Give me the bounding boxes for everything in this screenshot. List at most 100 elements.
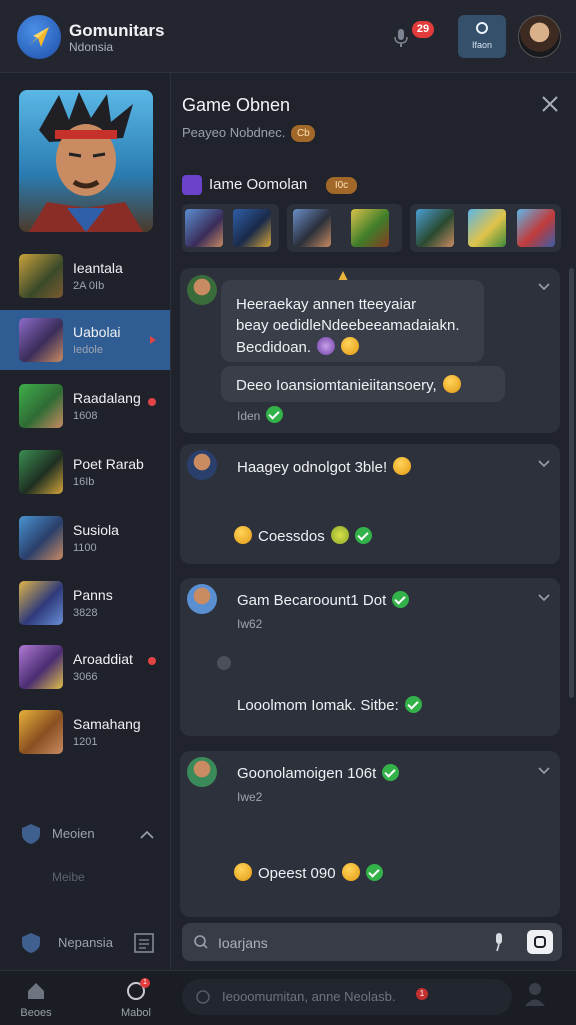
game-thumbnail [19, 710, 63, 754]
mic-icon[interactable] [492, 932, 506, 952]
sidebar-item-ieantala[interactable]: Ieantala 2A 0Ib [0, 246, 170, 306]
chevron-down-icon[interactable] [538, 767, 550, 775]
sidebar-item-panns[interactable]: Panns 3828 [0, 573, 170, 633]
unread-dot [148, 657, 156, 665]
game-thumbnail [19, 581, 63, 625]
emoji-icon [234, 863, 252, 881]
home-icon [28, 983, 44, 999]
send-icon [534, 936, 546, 948]
message-footer-text: Coessdos [258, 528, 325, 545]
profile-icon[interactable] [524, 981, 546, 1007]
game-thumb-group [410, 204, 561, 252]
notification-badge: 29 [412, 21, 434, 38]
sidebar-item-count: 1201 [73, 736, 98, 748]
sidebar-item-uabolai[interactable]: Uabolai Iedole [0, 310, 170, 370]
emoji-icon [341, 863, 360, 881]
message-text: Deeo Ioansiomtanieiitansoery, [236, 375, 461, 394]
shield-icon [22, 933, 40, 953]
message-bubble: Heeraekay annen tteeyaiar beay oedidleNd… [221, 280, 484, 362]
logo-icon[interactable] [17, 15, 61, 59]
message-text: Becdidoan. [236, 337, 360, 356]
message-card[interactable]: Haagey odnolgot 3ble! Coessdos [180, 444, 560, 564]
sidebar-item-raadalang[interactable]: Raadalang 1608 [0, 376, 170, 436]
message-bubble: Deeo Ioansiomtanieiitansoery, [221, 366, 505, 402]
message-card[interactable]: Goonolamoigen 106t Iwe2 Opeest 090 [180, 751, 560, 917]
message-card[interactable]: Heeraekay annen tteeyaiar beay oedidleNd… [180, 268, 560, 433]
game-thumbnail[interactable] [233, 209, 271, 247]
sidebar-bottom-item[interactable]: Nepansia [0, 924, 170, 964]
search-input[interactable] [216, 932, 490, 954]
sidebar-item-poet-rarab[interactable]: Poet Rarab 16Ib [0, 442, 170, 502]
check-icon [354, 527, 372, 544]
sender-avatar[interactable] [187, 584, 217, 614]
compose-icon [196, 990, 210, 1004]
message-footer-text: Opeest 090 [258, 865, 336, 882]
sender-avatar[interactable] [187, 757, 217, 787]
sidebar-item-samahang[interactable]: Samahang 1201 [0, 702, 170, 762]
search-button[interactable]: Ifaon [458, 15, 506, 58]
user-avatar[interactable] [518, 15, 561, 58]
sidebar-item-label: Raadalang [73, 390, 141, 406]
chevron-down-icon[interactable] [538, 283, 550, 291]
sender-avatar[interactable] [187, 450, 217, 480]
nav-messages-badge: 1 [140, 978, 150, 988]
bottom-nav: Beoes 1 Mabol Ieooomumitan, anne Neolasb… [0, 970, 576, 1025]
game-thumbnail[interactable] [468, 209, 506, 247]
nav-messages[interactable]: 1 Mabol [101, 977, 171, 1023]
sidebar-item-label: Susiola [73, 522, 119, 538]
panel-title: Game Obnen [182, 95, 291, 115]
composer-text: Ieooomumitan, anne Neolasb. [222, 989, 396, 1004]
message-card[interactable]: Gam Becaroount1 Dot Iw62 Looolmom Iomak.… [180, 578, 560, 736]
chat-panel: Game Obnen Peayeo Nobdnec. Cb Iame Oomola… [171, 73, 576, 970]
message-meta: Iden [237, 406, 284, 423]
sidebar-item-aroaddiat[interactable]: Aroaddiat 3066 [0, 637, 170, 697]
sidebar: Ieantala 2A 0Ib Uabolai Iedole Raadalang… [0, 73, 171, 970]
chevron-down-icon[interactable] [538, 460, 550, 468]
message-title-text: Goonolamoigen 106t [237, 765, 377, 782]
chevron-down-icon[interactable] [538, 594, 550, 602]
sidebar-item-label: Panns [73, 587, 113, 603]
game-thumbnail [19, 645, 63, 689]
message-text-content: Deeo Ioansiomtanieiitansoery, [236, 377, 437, 394]
message-footer: Coessdos [234, 526, 372, 545]
game-thumbnail[interactable] [517, 209, 555, 247]
message-meta: Iwe2 [237, 790, 263, 804]
send-button[interactable] [527, 930, 553, 954]
message-composer[interactable]: Ieooomumitan, anne Neolasb. 1 [182, 979, 512, 1015]
subtitle-badge: Cb [291, 125, 316, 142]
mic-icon[interactable] [393, 28, 409, 48]
scrollbar[interactable] [569, 268, 574, 698]
sidebar-item-label: Aroaddiat [73, 651, 133, 667]
nav-home[interactable]: Beoes [1, 977, 71, 1023]
grid-icon[interactable] [134, 933, 154, 953]
emoji-icon [330, 526, 349, 544]
search-icon [476, 22, 488, 34]
close-icon[interactable] [541, 95, 559, 113]
status-dot [217, 656, 231, 670]
sidebar-item-susiola[interactable]: Susiola 1100 [0, 508, 170, 568]
message-meta-text: Iden [237, 409, 261, 423]
chevron-right-icon [150, 336, 156, 344]
game-thumbnail[interactable] [293, 209, 331, 247]
message-title-text: Gam Becaroount1 Dot [237, 592, 387, 609]
sidebar-item-count: 2A 0Ib [73, 280, 105, 292]
nav-home-label: Beoes [20, 1007, 52, 1019]
game-thumbnail[interactable] [185, 209, 223, 247]
game-thumbnail[interactable] [351, 209, 389, 247]
game-thumbnail[interactable] [416, 209, 454, 247]
sender-avatar[interactable] [187, 275, 217, 305]
game-thumb-group [182, 204, 279, 252]
message-meta: Iw62 [237, 617, 263, 631]
chevron-up-icon [140, 830, 154, 839]
emoji-icon [317, 337, 336, 355]
emoji-icon [341, 337, 360, 355]
top-bar: Gomunitars Ndonsia 29 Ifaon [0, 0, 576, 73]
search-bar [182, 923, 562, 961]
search-icon [194, 935, 208, 949]
emoji-icon [234, 526, 252, 544]
sidebar-section-toggle[interactable]: Meoien [0, 815, 170, 855]
message-title: Haagey odnolgot 3ble! [237, 457, 412, 476]
featured-hero-image[interactable] [19, 90, 153, 232]
game-thumbnail [19, 450, 63, 494]
message-text: beay oedidleNdeebeeamadaiakn. [236, 317, 460, 334]
